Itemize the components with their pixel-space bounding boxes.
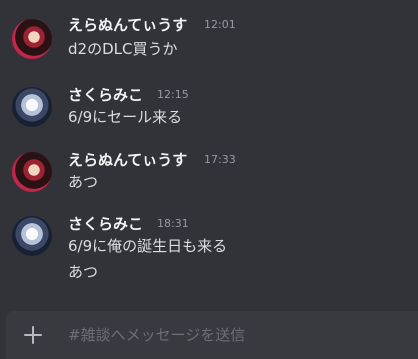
user-avatar[interactable]	[12, 216, 52, 256]
message-text: 6/9にセール来る	[68, 108, 183, 126]
message-author[interactable]: えらぬんてぃうす	[68, 149, 187, 170]
message-text: 6/9に俺の誕生日も来る	[68, 237, 228, 255]
message-text: あつ	[68, 263, 99, 281]
message-timestamp: 12:15	[157, 88, 189, 101]
message-timestamp: 18:31	[157, 217, 189, 230]
message-composer: #雑談へメッセージを送信	[6, 311, 418, 359]
message-author[interactable]: さくらみこ	[68, 213, 143, 234]
message-timestamp: 17:33	[204, 153, 236, 166]
message-text: あつ	[68, 173, 99, 191]
message-input[interactable]: #雑談へメッセージを送信	[68, 324, 245, 345]
user-avatar[interactable]	[12, 87, 52, 127]
message-text: d2のDLC買うか	[68, 40, 178, 58]
plus-icon[interactable]	[22, 324, 44, 346]
user-avatar[interactable]	[12, 19, 52, 59]
message-author[interactable]: えらぬんてぃうす	[68, 14, 187, 35]
user-avatar[interactable]	[12, 152, 52, 192]
message-author[interactable]: さくらみこ	[68, 84, 143, 105]
message-timestamp: 12:01	[204, 18, 236, 31]
